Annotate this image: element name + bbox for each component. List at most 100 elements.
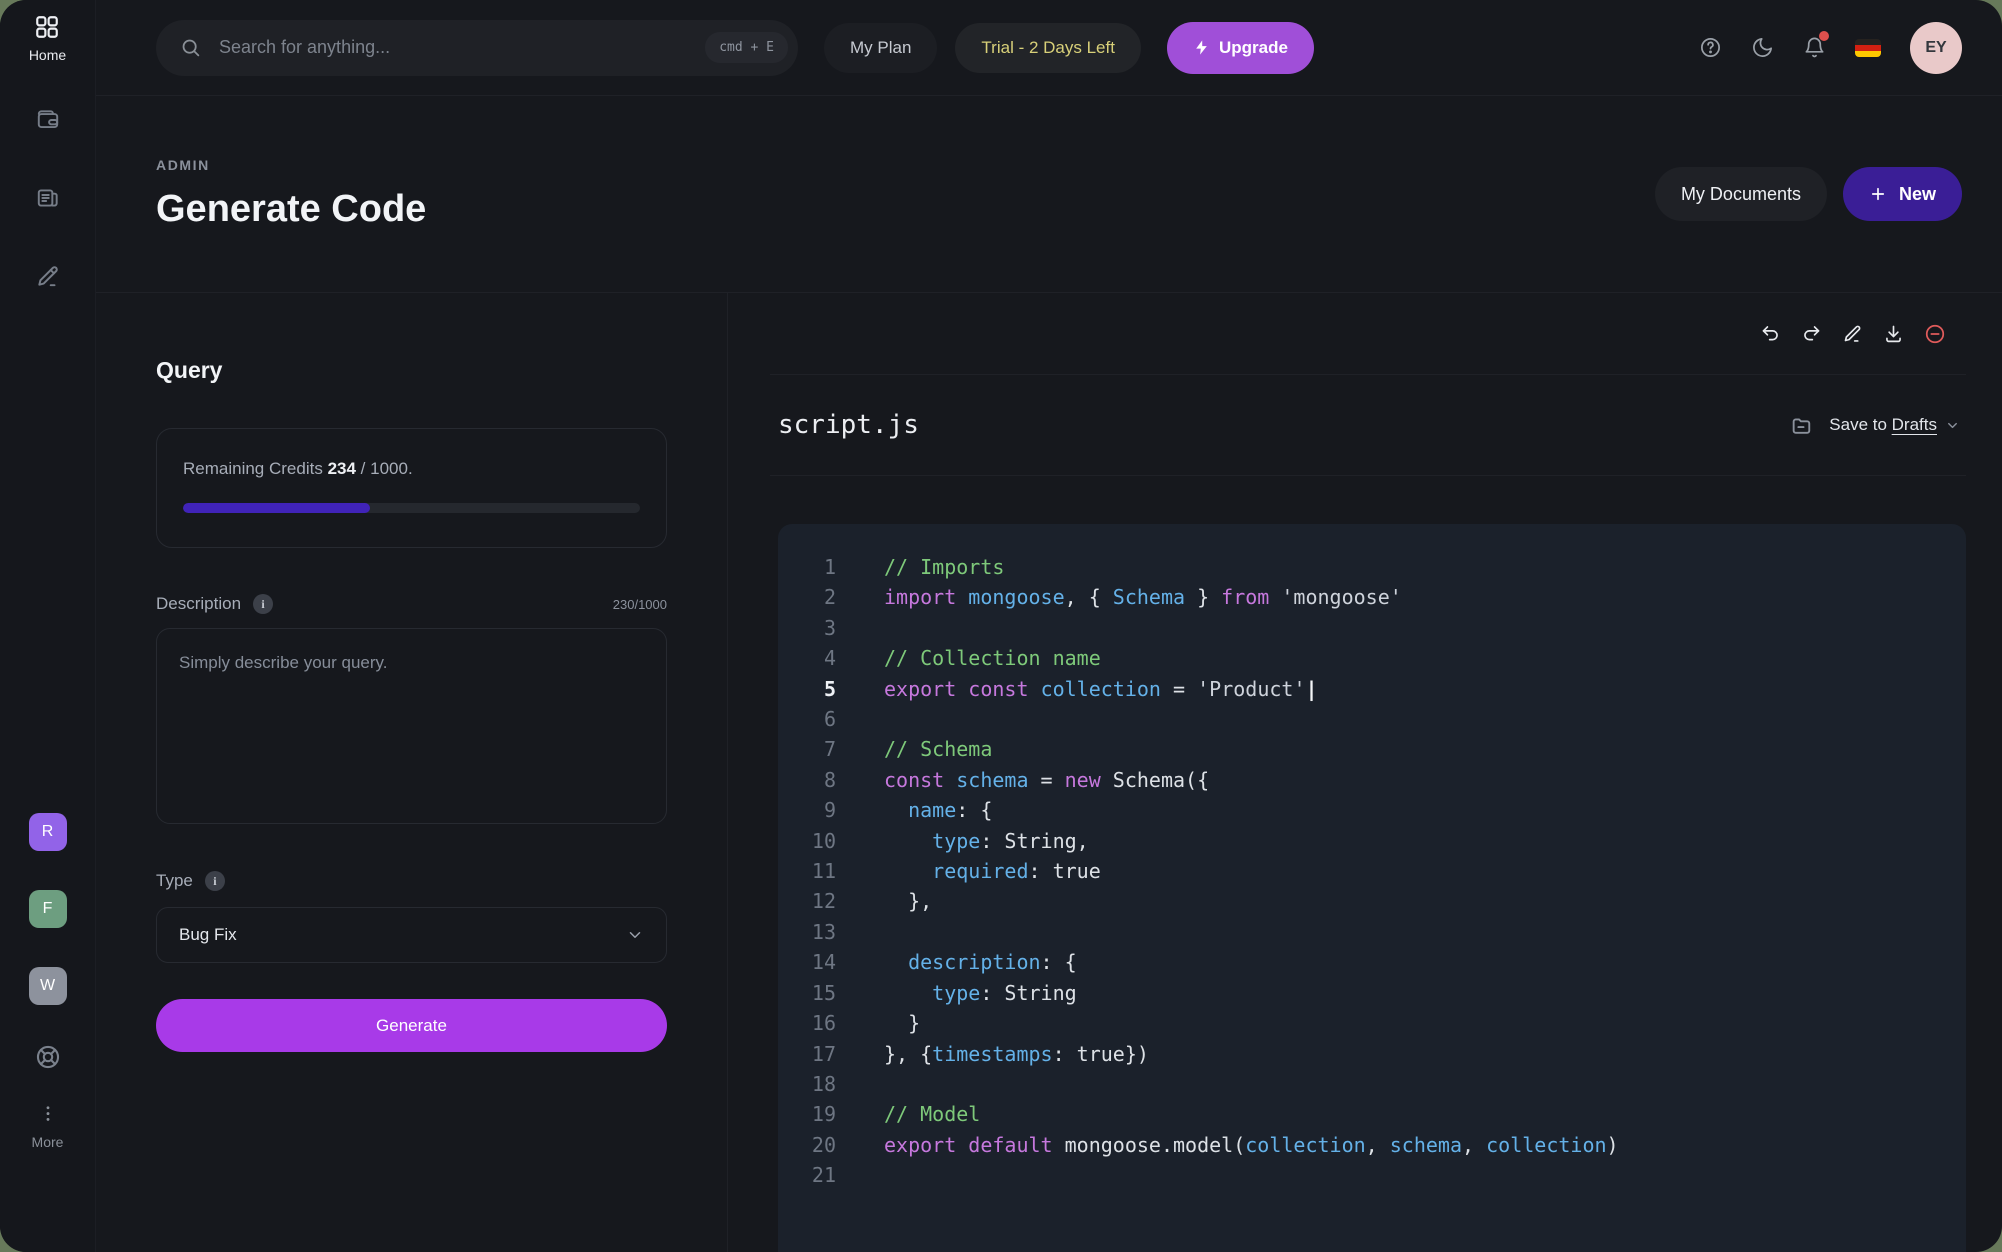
wallet-icon[interactable] xyxy=(35,107,61,133)
code-line: 8const schema = new Schema({ xyxy=(778,765,1966,795)
my-plan-button[interactable]: My Plan xyxy=(824,23,937,73)
code-line: 4 // Collection name xyxy=(778,643,1966,673)
code-text: export const collection = 'Product'| xyxy=(884,674,1318,704)
code-line: 11 required: true xyxy=(778,856,1966,886)
edit-icon[interactable] xyxy=(1842,323,1863,344)
code-text: export default mongoose.model(collection… xyxy=(884,1130,1619,1160)
workspace-avatar-r[interactable]: R xyxy=(29,813,67,851)
ellipsis-vertical-icon xyxy=(38,1103,58,1125)
save-to-drafts[interactable]: Save to Drafts xyxy=(1790,413,1960,438)
help-icon[interactable] xyxy=(1699,36,1722,59)
filename: script.js xyxy=(778,410,919,440)
save-to-drafts-label: Save to Drafts xyxy=(1829,415,1937,435)
description-counter: 230/1000 xyxy=(613,597,667,612)
lifebuoy-icon[interactable] xyxy=(34,1043,62,1071)
line-number: 9 xyxy=(778,795,836,825)
line-number: 19 xyxy=(778,1099,836,1129)
sidebar-item-more[interactable]: More xyxy=(32,1103,64,1150)
line-number: 18 xyxy=(778,1069,836,1099)
line-number: 3 xyxy=(778,613,836,643)
line-number: 17 xyxy=(778,1039,836,1069)
plus-icon xyxy=(1869,185,1887,203)
user-avatar[interactable]: EY xyxy=(1910,22,1962,74)
documents-icon[interactable] xyxy=(35,185,61,211)
credits-card: Remaining Credits 234 / 1000. xyxy=(156,428,667,548)
line-number: 4 xyxy=(778,643,836,673)
info-icon[interactable]: i xyxy=(253,594,273,614)
description-textarea[interactable] xyxy=(156,628,667,824)
upgrade-label: Upgrade xyxy=(1219,38,1288,58)
description-label: Description xyxy=(156,594,241,614)
trial-badge: Trial - 2 Days Left xyxy=(955,23,1141,73)
code-text: type: String xyxy=(884,978,1077,1008)
sidebar-item-home[interactable]: Home xyxy=(29,14,66,63)
code-line: 17}, {timestamps: true}) xyxy=(778,1039,1966,1069)
german-flag-icon[interactable] xyxy=(1855,39,1881,57)
search-input[interactable] xyxy=(217,36,705,59)
chevron-down-icon xyxy=(1945,418,1960,433)
chevron-down-icon xyxy=(626,926,644,944)
app-window: Home R F W More xyxy=(0,0,2002,1252)
credits-total: / 1000. xyxy=(356,459,413,478)
code-line: 12 }, xyxy=(778,886,1966,916)
edit-icon[interactable] xyxy=(35,263,61,289)
credits-progress-fill xyxy=(183,503,370,513)
remove-circle-icon[interactable] xyxy=(1924,323,1946,345)
type-select[interactable]: Bug Fix xyxy=(156,907,667,963)
generate-button[interactable]: Generate xyxy=(156,999,667,1052)
more-label: More xyxy=(32,1134,64,1150)
code-line: 15 type: String xyxy=(778,978,1966,1008)
new-button[interactable]: New xyxy=(1843,167,1962,221)
drafts-link[interactable]: Drafts xyxy=(1892,415,1937,434)
code-line: 18 xyxy=(778,1069,1966,1099)
code-line: 20export default mongoose.model(collecti… xyxy=(778,1130,1966,1160)
code-editor[interactable]: 1// Imports2 import mongoose, { Schema } … xyxy=(778,524,1966,1252)
grid-home-icon xyxy=(34,14,60,40)
info-icon[interactable]: i xyxy=(205,871,225,891)
upgrade-button[interactable]: Upgrade xyxy=(1167,22,1314,74)
topbar: cmd + E My Plan Trial - 2 Days Left Upgr… xyxy=(96,0,2002,96)
line-number: 11 xyxy=(778,856,836,886)
credits-progress xyxy=(183,503,640,513)
line-number: 2 xyxy=(778,582,836,612)
query-panel: Query Remaining Credits 234 / 1000. Desc… xyxy=(96,293,728,1252)
code-text: const schema = new Schema({ xyxy=(884,765,1209,795)
code-lines: 1// Imports2 import mongoose, { Schema } … xyxy=(778,524,1966,1191)
redo-icon[interactable] xyxy=(1801,323,1822,344)
code-line: 14 description: { xyxy=(778,947,1966,977)
workspace-avatar-f[interactable]: F xyxy=(29,890,67,928)
workspace-avatars: R F W xyxy=(29,813,67,1005)
line-number: 13 xyxy=(778,917,836,947)
code-text: // Schema xyxy=(884,734,992,764)
bell-icon[interactable] xyxy=(1803,36,1826,59)
code-line: 7 // Schema xyxy=(778,734,1966,764)
code-line: 6 xyxy=(778,704,1966,734)
line-number: 14 xyxy=(778,947,836,977)
file-row: script.js Save to Drafts xyxy=(770,375,1966,476)
type-select-value: Bug Fix xyxy=(179,925,237,945)
line-number: 7 xyxy=(778,734,836,764)
line-number: 1 xyxy=(778,552,836,582)
line-number: 16 xyxy=(778,1008,836,1038)
code-text: import mongoose, { Schema } from 'mongoo… xyxy=(884,582,1402,612)
moon-icon[interactable] xyxy=(1751,36,1774,59)
my-documents-button[interactable]: My Documents xyxy=(1655,167,1827,221)
download-icon[interactable] xyxy=(1883,323,1904,344)
code-text: description: { xyxy=(884,947,1077,977)
search-bar[interactable]: cmd + E xyxy=(156,20,798,76)
code-line: 16 } xyxy=(778,1008,1966,1038)
topbar-status-icons: EY xyxy=(1699,22,1962,74)
main-column: cmd + E My Plan Trial - 2 Days Left Upgr… xyxy=(96,0,2002,1252)
bolt-icon xyxy=(1193,39,1210,56)
undo-icon[interactable] xyxy=(1760,323,1781,344)
type-label: Type xyxy=(156,871,193,891)
code-text: required: true xyxy=(884,856,1101,886)
breadcrumb-eyebrow: ADMIN xyxy=(156,157,426,173)
code-text: // Collection name xyxy=(884,643,1101,673)
code-text: // Model xyxy=(884,1099,980,1129)
code-line: 3 xyxy=(778,613,1966,643)
workspace-avatar-w[interactable]: W xyxy=(29,967,67,1005)
search-shortcut-badge: cmd + E xyxy=(705,32,788,63)
code-text: type: String, xyxy=(884,826,1089,856)
code-line: 1// Imports xyxy=(778,552,1966,582)
